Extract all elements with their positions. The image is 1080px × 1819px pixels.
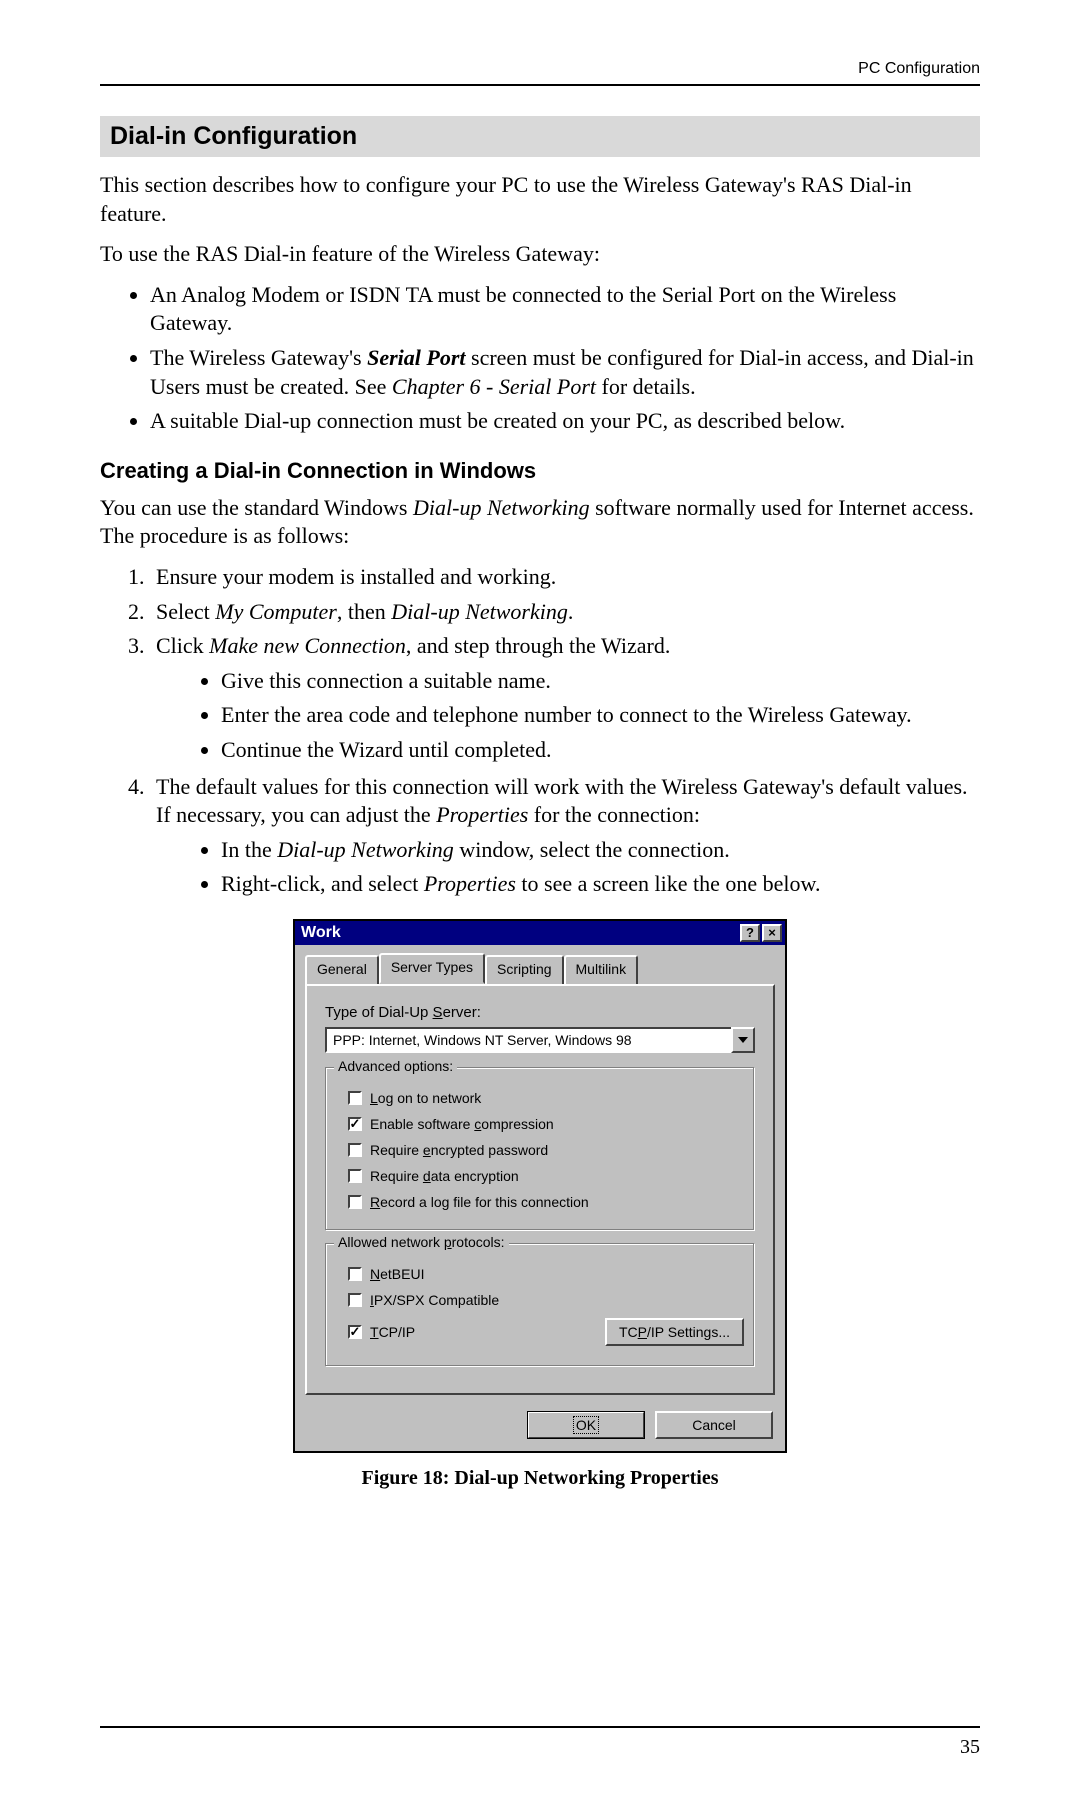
list-item: A suitable Dial-up connection must be cr… xyxy=(150,407,980,436)
help-button[interactable]: ? xyxy=(740,924,760,942)
intro-paragraph: This section describes how to configure … xyxy=(100,171,980,228)
header-rule xyxy=(100,84,980,86)
step-text: Click Make new Connection, and step thro… xyxy=(156,633,670,658)
list-item: Give this connection a suitable name. xyxy=(221,667,980,696)
tabstrip: General Server Types Scripting Multilink xyxy=(295,945,785,984)
header-right: PC Configuration xyxy=(100,60,980,78)
window-title: Work xyxy=(301,924,341,942)
list-item: In the Dial-up Networking window, select… xyxy=(221,836,980,865)
dropdown-value: PPP: Internet, Windows NT Server, Window… xyxy=(325,1027,731,1053)
checkbox[interactable]: ✓ xyxy=(348,1117,362,1131)
checkbox[interactable] xyxy=(348,1195,362,1209)
checkbox-label: Record a log file for this connection xyxy=(370,1194,589,1210)
tcpip-settings-button[interactable]: TCP/IP Settings... xyxy=(605,1318,744,1346)
help-icon: ? xyxy=(746,925,754,940)
step-text: The default values for this connection w… xyxy=(156,774,968,828)
cancel-button[interactable]: Cancel xyxy=(655,1411,773,1439)
checkbox[interactable]: ✓ xyxy=(348,1325,362,1339)
titlebar[interactable]: Work ? × xyxy=(295,921,785,945)
chevron-down-icon[interactable] xyxy=(731,1027,755,1053)
close-icon: × xyxy=(768,925,776,940)
checkbox-row[interactable]: NetBEUI xyxy=(348,1266,744,1282)
close-button[interactable]: × xyxy=(762,924,782,942)
checkbox-label: Require encrypted password xyxy=(370,1142,548,1158)
footer-rule xyxy=(100,1726,980,1728)
dialog-footer: OK Cancel xyxy=(295,1403,785,1451)
checkbox-row[interactable]: Log on to network xyxy=(348,1090,744,1106)
tab-general[interactable]: General xyxy=(305,955,379,986)
server-type-dropdown[interactable]: PPP: Internet, Windows NT Server, Window… xyxy=(325,1027,755,1053)
allowed-protocols-group: Allowed network protocols: NetBEUI IPX/S… xyxy=(325,1243,755,1367)
checkbox-row[interactable]: Require encrypted password xyxy=(348,1142,744,1158)
checkbox-row[interactable]: Record a log file for this connection xyxy=(348,1194,744,1210)
list-item: The default values for this connection w… xyxy=(150,773,980,899)
tab-panel: Type of Dial-Up Server: PPP: Internet, W… xyxy=(305,984,775,1395)
section-title: Dial-in Configuration xyxy=(100,116,980,157)
checkbox-label: Require data encryption xyxy=(370,1168,519,1184)
requirements-list: An Analog Modem or ISDN TA must be conne… xyxy=(100,281,980,436)
sub-intro: You can use the standard Windows Dial-up… xyxy=(100,494,980,551)
list-item: Ensure your modem is installed and worki… xyxy=(150,563,980,592)
list-item: Select My Computer, then Dial-up Network… xyxy=(150,598,980,627)
figure-dialog-wrap: Work ? × General Server Types Scripting … xyxy=(100,919,980,1453)
list-item: An Analog Modem or ISDN TA must be conne… xyxy=(150,281,980,338)
checkbox-row[interactable]: ✓ TCP/IP TCP/IP Settings... xyxy=(348,1318,744,1346)
checkbox[interactable] xyxy=(348,1293,362,1307)
subheading: Creating a Dial-in Connection in Windows xyxy=(100,458,980,484)
page: PC Configuration Dial-in Configuration T… xyxy=(0,0,1080,1819)
advanced-options-group: Advanced options: Log on to network ✓ En… xyxy=(325,1067,755,1231)
list-item: Continue the Wizard until completed. xyxy=(221,736,980,765)
list-item: Right-click, and select Properties to se… xyxy=(221,870,980,899)
server-type-label: Type of Dial-Up Server: xyxy=(325,1004,759,1021)
group-legend: Advanced options: xyxy=(334,1058,457,1074)
sub-list: In the Dial-up Networking window, select… xyxy=(156,836,980,899)
group-legend: Allowed network protocols: xyxy=(334,1234,509,1250)
checkbox-label: Log on to network xyxy=(370,1090,481,1106)
checkbox-label: TCP/IP xyxy=(370,1324,605,1340)
checkbox[interactable] xyxy=(348,1143,362,1157)
page-number: 35 xyxy=(100,1736,980,1759)
tab-server-types[interactable]: Server Types xyxy=(379,953,485,984)
checkbox-label: IPX/SPX Compatible xyxy=(370,1292,499,1308)
steps-list: Ensure your modem is installed and worki… xyxy=(100,563,980,899)
checkbox-row[interactable]: IPX/SPX Compatible xyxy=(348,1292,744,1308)
list-item: The Wireless Gateway's Serial Port scree… xyxy=(150,344,980,401)
figure-caption: Figure 18: Dial-up Networking Properties xyxy=(100,1467,980,1490)
ok-button[interactable]: OK xyxy=(527,1411,645,1439)
checkbox-label: NetBEUI xyxy=(370,1266,424,1282)
checkbox-row[interactable]: Require data encryption xyxy=(348,1168,744,1184)
sub-list: Give this connection a suitable name. En… xyxy=(156,667,980,765)
list-item: Enter the area code and telephone number… xyxy=(221,701,980,730)
checkbox-row[interactable]: ✓ Enable software compression xyxy=(348,1116,744,1132)
tab-multilink[interactable]: Multilink xyxy=(564,955,639,986)
checkbox-label: Enable software compression xyxy=(370,1116,554,1132)
checkbox[interactable] xyxy=(348,1091,362,1105)
checkbox[interactable] xyxy=(348,1267,362,1281)
lead-paragraph: To use the RAS Dial-in feature of the Wi… xyxy=(100,240,980,269)
list-item: Click Make new Connection, and step thro… xyxy=(150,632,980,764)
checkbox[interactable] xyxy=(348,1169,362,1183)
properties-dialog: Work ? × General Server Types Scripting … xyxy=(293,919,787,1453)
tab-scripting[interactable]: Scripting xyxy=(485,955,563,986)
